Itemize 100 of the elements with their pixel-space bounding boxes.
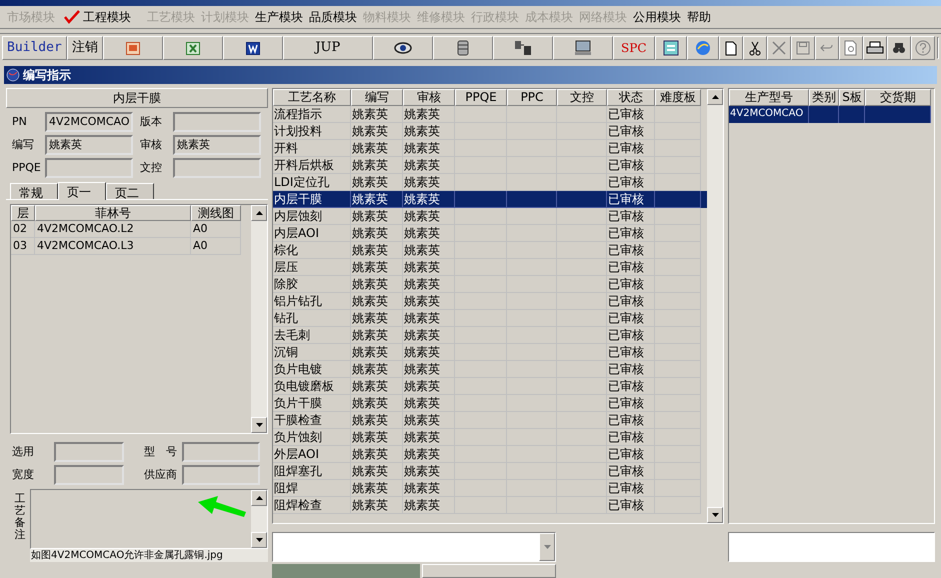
text-field[interactable] xyxy=(54,465,124,485)
table-row[interactable]: 层压 姚素英 姚素英 已审核 xyxy=(273,259,707,276)
toolbar-button[interactable]: 注销 xyxy=(66,36,103,60)
toolbar-button[interactable] xyxy=(654,36,687,60)
table-row[interactable]: 负片电镀 姚素英 姚素英 已审核 xyxy=(273,361,707,378)
table-cell: 姚素英 xyxy=(351,497,403,514)
table-cell: 开料 xyxy=(273,140,351,157)
table-cell: 已审核 xyxy=(607,310,655,327)
table-row[interactable]: 阻焊检查 姚素英 姚素英 已审核 xyxy=(273,497,707,514)
table-row[interactable]: 开料 姚素英 姚素英 已审核 xyxy=(273,140,707,157)
table-cell xyxy=(455,208,507,225)
table-row[interactable]: 铝片钻孔 姚素英 姚素英 已审核 xyxy=(273,293,707,310)
scroll-up-button[interactable] xyxy=(251,205,267,221)
table-row[interactable]: 负电镀磨板 姚素英 姚素英 已审核 xyxy=(273,378,707,395)
scrollbar[interactable] xyxy=(707,89,723,523)
table-cell: 姚素英 xyxy=(351,361,403,378)
table-cell: 姚素英 xyxy=(403,242,455,259)
column-header[interactable]: 交货期 xyxy=(865,89,931,106)
column-header[interactable]: 文控 xyxy=(557,89,607,106)
table-row[interactable]: 去毛刺 姚素英 姚素英 已审核 xyxy=(273,327,707,344)
table-row[interactable]: 阻焊塞孔 姚素英 姚素英 已审核 xyxy=(273,463,707,480)
tab[interactable]: 常规 xyxy=(10,183,58,199)
memo-label: 工艺备注 xyxy=(14,491,26,544)
table-cell: 棕化 xyxy=(273,242,351,259)
table-row[interactable]: 内层蚀刻 姚素英 姚素英 已审核 xyxy=(273,208,707,225)
toolbar-button[interactable]: JUP xyxy=(282,36,373,60)
scroll-down-button[interactable] xyxy=(251,417,267,433)
column-header[interactable]: 审核 xyxy=(403,89,455,106)
column-header[interactable]: 类别 xyxy=(809,89,839,106)
tab[interactable]: 页二 xyxy=(106,183,154,199)
menu-item[interactable]: 帮助 xyxy=(684,8,714,26)
text-field[interactable] xyxy=(45,158,133,178)
table-cell: 姚素英 xyxy=(351,310,403,327)
toolbar-button[interactable] xyxy=(742,36,767,60)
field-label: 版本 xyxy=(139,114,163,130)
column-header[interactable]: 菲林号 xyxy=(35,205,191,221)
text-field[interactable] xyxy=(728,532,935,562)
table-cell: 已审核 xyxy=(607,361,655,378)
scroll-up-button[interactable] xyxy=(707,89,723,105)
table-cell: 姚素英 xyxy=(351,208,403,225)
toolbar-button[interactable] xyxy=(432,36,493,60)
text-field[interactable]: 4V2MCOMCAO xyxy=(45,112,133,132)
toolbar-button[interactable] xyxy=(222,36,283,60)
text-field[interactable] xyxy=(54,442,124,462)
table-row[interactable]: 计划投料 姚素英 姚素英 已审核 xyxy=(273,123,707,140)
table-row[interactable]: 开料后烘板 姚素英 姚素英 已审核 xyxy=(273,157,707,174)
table-cell: 已审核 xyxy=(607,259,655,276)
combo-box[interactable] xyxy=(272,532,556,562)
column-header[interactable]: 编写 xyxy=(351,89,403,106)
table-row[interactable]: 棕化 姚素英 姚素英 已审核 xyxy=(273,242,707,259)
toolbar-button[interactable] xyxy=(372,36,433,60)
table-row[interactable]: 内层干膜 姚素英 姚素英 已审核 xyxy=(273,191,707,208)
column-header[interactable]: 工艺名称 xyxy=(273,89,351,106)
toolbar-button[interactable] xyxy=(552,36,613,60)
table-row[interactable]: 外层AOI 姚素英 姚素英 已审核 xyxy=(273,446,707,463)
column-header[interactable]: 测线图 xyxy=(191,205,241,221)
scrollbar[interactable] xyxy=(251,205,267,433)
toolbar-button[interactable] xyxy=(862,36,887,60)
table-cell: 内层蚀刻 xyxy=(273,208,351,225)
column-header[interactable]: S板 xyxy=(839,89,865,106)
table-row[interactable]: 负片干膜 姚素英 姚素英 已审核 xyxy=(273,395,707,412)
menu-item[interactable]: 品质模块 xyxy=(306,8,360,26)
tab[interactable]: 页一 xyxy=(58,182,106,200)
toolbar-button[interactable] xyxy=(492,36,553,60)
menu-item[interactable]: 工程模块 xyxy=(58,8,134,26)
column-header[interactable]: 生产型号 xyxy=(729,89,809,106)
toolbar-button[interactable]: Builder xyxy=(2,36,67,60)
text-field[interactable] xyxy=(182,465,260,485)
column-header[interactable]: 层 xyxy=(11,205,35,221)
table-row[interactable]: 内层AOI 姚素英 姚素英 已审核 xyxy=(273,225,707,242)
column-header[interactable]: 状态 xyxy=(607,89,655,106)
scroll-down-button[interactable] xyxy=(707,507,723,523)
table-cell: 姚素英 xyxy=(351,276,403,293)
column-header[interactable]: PPC xyxy=(507,89,557,106)
table-row[interactable]: 沉铜 姚素英 姚素英 已审核 xyxy=(273,344,707,361)
table-row[interactable]: 负片蚀刻 姚素英 姚素英 已审核 xyxy=(273,429,707,446)
toolbar-field[interactable] xyxy=(936,37,939,59)
table-cell: 已审核 xyxy=(607,157,655,174)
text-field[interactable]: 姚素英 xyxy=(173,135,261,155)
toolbar-button[interactable] xyxy=(718,36,743,60)
toolbar-button[interactable] xyxy=(886,36,911,60)
field-label: 型 号 xyxy=(143,444,178,460)
column-header[interactable]: 难度板 xyxy=(655,89,701,106)
text-field[interactable] xyxy=(173,112,261,132)
column-header[interactable]: PPQE xyxy=(455,89,507,106)
menu-item[interactable]: 生产模块 xyxy=(252,8,306,26)
table-row[interactable]: 流程指示 姚素英 姚素英 已审核 xyxy=(273,106,707,123)
text-field[interactable] xyxy=(182,442,260,462)
table-cell: 内层AOI xyxy=(273,225,351,242)
toolbar-button[interactable]: SPC xyxy=(612,36,655,60)
table-row[interactable]: 钻孔 姚素英 姚素英 已审核 xyxy=(273,310,707,327)
table-row[interactable]: 阻焊 姚素英 姚素英 已审核 xyxy=(273,480,707,497)
table-cell xyxy=(557,191,607,208)
text-field[interactable]: 姚素英 xyxy=(45,135,133,155)
table-row[interactable]: 除胶 姚素英 姚素英 已审核 xyxy=(273,276,707,293)
table-cell: 层压 xyxy=(273,259,351,276)
menu-item[interactable]: 公用模块 xyxy=(630,8,684,26)
text-field[interactable] xyxy=(173,158,261,178)
table-cell: 干膜检查 xyxy=(273,412,351,429)
table-row[interactable]: 干膜检查 姚素英 姚素英 已审核 xyxy=(273,412,707,429)
